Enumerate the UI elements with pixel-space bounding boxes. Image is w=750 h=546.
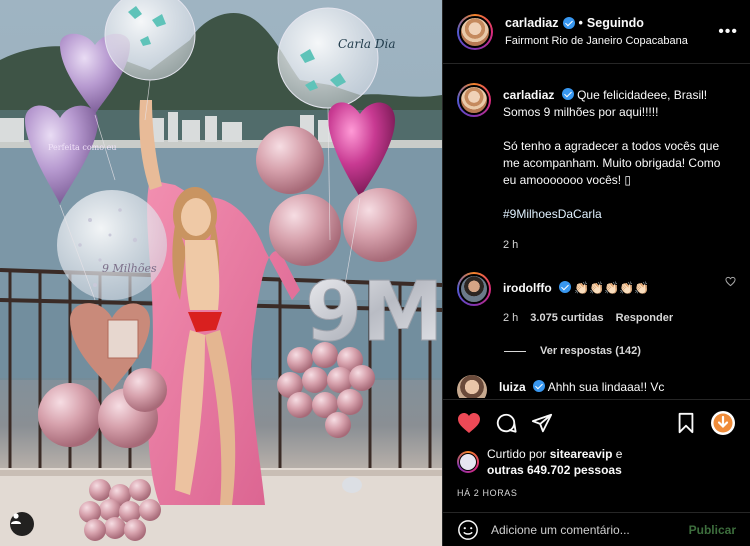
caption-username[interactable]: carladiaz — [503, 88, 554, 102]
verified-badge-icon — [561, 88, 574, 100]
view-replies-label: Ver respostas (142) — [540, 345, 641, 357]
post-sidebar: carladiaz • Seguindo Fairmont Rio de Jan… — [442, 0, 750, 546]
post-photo[interactable]: Perfeita como eu 9 Milhões Carla Dia 9M — [0, 0, 442, 546]
caption-hashtag[interactable]: #9MilhoesDaCarla — [503, 206, 736, 223]
reply-button[interactable]: Responder — [616, 310, 673, 327]
smiley-icon[interactable] — [457, 519, 479, 541]
caption-avatar[interactable] — [457, 83, 491, 117]
caption: carladiaz Que felicidadeee, Brasil! Somo… — [457, 83, 736, 254]
comment-likes[interactable]: 3.075 curtidas — [530, 310, 603, 327]
verified-badge-icon — [533, 380, 546, 392]
commenter-avatar[interactable] — [457, 272, 491, 306]
caption-text-2: Só tenho a agradecer a todos vocês que m… — [503, 139, 721, 187]
comment-item: irodolffo 👏🏻👏🏻👏🏻👏🏻👏🏻 2 h 3.075 curtidas … — [457, 272, 736, 327]
author-username[interactable]: carladiaz — [505, 16, 559, 30]
comment-age: 2 h — [503, 312, 519, 324]
post-header: carladiaz • Seguindo Fairmont Rio de Jan… — [443, 0, 750, 64]
balloon-text-clear: 9 Milhões — [102, 262, 157, 275]
comment-like-heart-icon[interactable] — [725, 276, 736, 287]
paper-plane-icon[interactable] — [531, 412, 553, 434]
separator-dot: • — [578, 16, 583, 30]
commenter-username[interactable]: luiza — [499, 380, 526, 394]
post-actions: Curtido por siteareavip e outras 649.702… — [443, 399, 750, 498]
publish-button[interactable]: Publicar — [689, 523, 736, 537]
likes-summary: Curtido por siteareavip e outras 649.702… — [457, 446, 736, 478]
comment-icon[interactable] — [495, 412, 517, 434]
comments-list[interactable]: carladiaz Que felicidadeee, Brasil! Somo… — [443, 65, 750, 398]
download-badge-icon[interactable] — [710, 410, 736, 436]
verified-badge-icon — [562, 17, 575, 29]
post-location[interactable]: Fairmont Rio de Janeiro Copacabana — [505, 35, 712, 47]
author-avatar[interactable] — [457, 13, 493, 50]
comment-text: Ahhh sua lindaaa!! Vc — [547, 380, 665, 394]
comment-input[interactable] — [491, 522, 689, 537]
commenter-username[interactable]: irodolffo — [503, 281, 552, 295]
comment-item: luiza Ahhh sua lindaaa!! Vc — [457, 375, 736, 398]
caption-age: 2 h — [503, 239, 519, 251]
balloon-text-top-right: Carla Dia — [338, 37, 396, 51]
more-options-icon[interactable]: ••• — [718, 23, 738, 41]
verified-badge-icon — [559, 281, 571, 293]
photo-illustration: Perfeita como eu 9 Milhões Carla Dia 9M — [0, 0, 442, 546]
bookmark-icon[interactable] — [676, 412, 696, 434]
post-timestamp[interactable]: HÁ 2 HORAS — [457, 488, 736, 498]
add-comment-bar: Publicar — [443, 512, 750, 546]
liker-avatar[interactable] — [457, 451, 479, 473]
liker-username[interactable]: siteareavip — [550, 447, 613, 461]
follow-status-button[interactable]: Seguindo — [587, 16, 644, 30]
heart-filled-icon[interactable] — [457, 412, 481, 434]
comment-text: 👏🏻👏🏻👏🏻👏🏻👏🏻 — [574, 281, 650, 295]
person-icon[interactable] — [10, 512, 34, 536]
liked-by-conj: e — [615, 447, 623, 461]
likes-count[interactable]: outras 649.702 pessoas — [487, 463, 622, 477]
commenter-avatar[interactable] — [457, 375, 487, 398]
view-replies-button[interactable]: Ver respostas (142) — [457, 345, 736, 357]
liked-by-prefix: Curtido por — [487, 447, 547, 461]
